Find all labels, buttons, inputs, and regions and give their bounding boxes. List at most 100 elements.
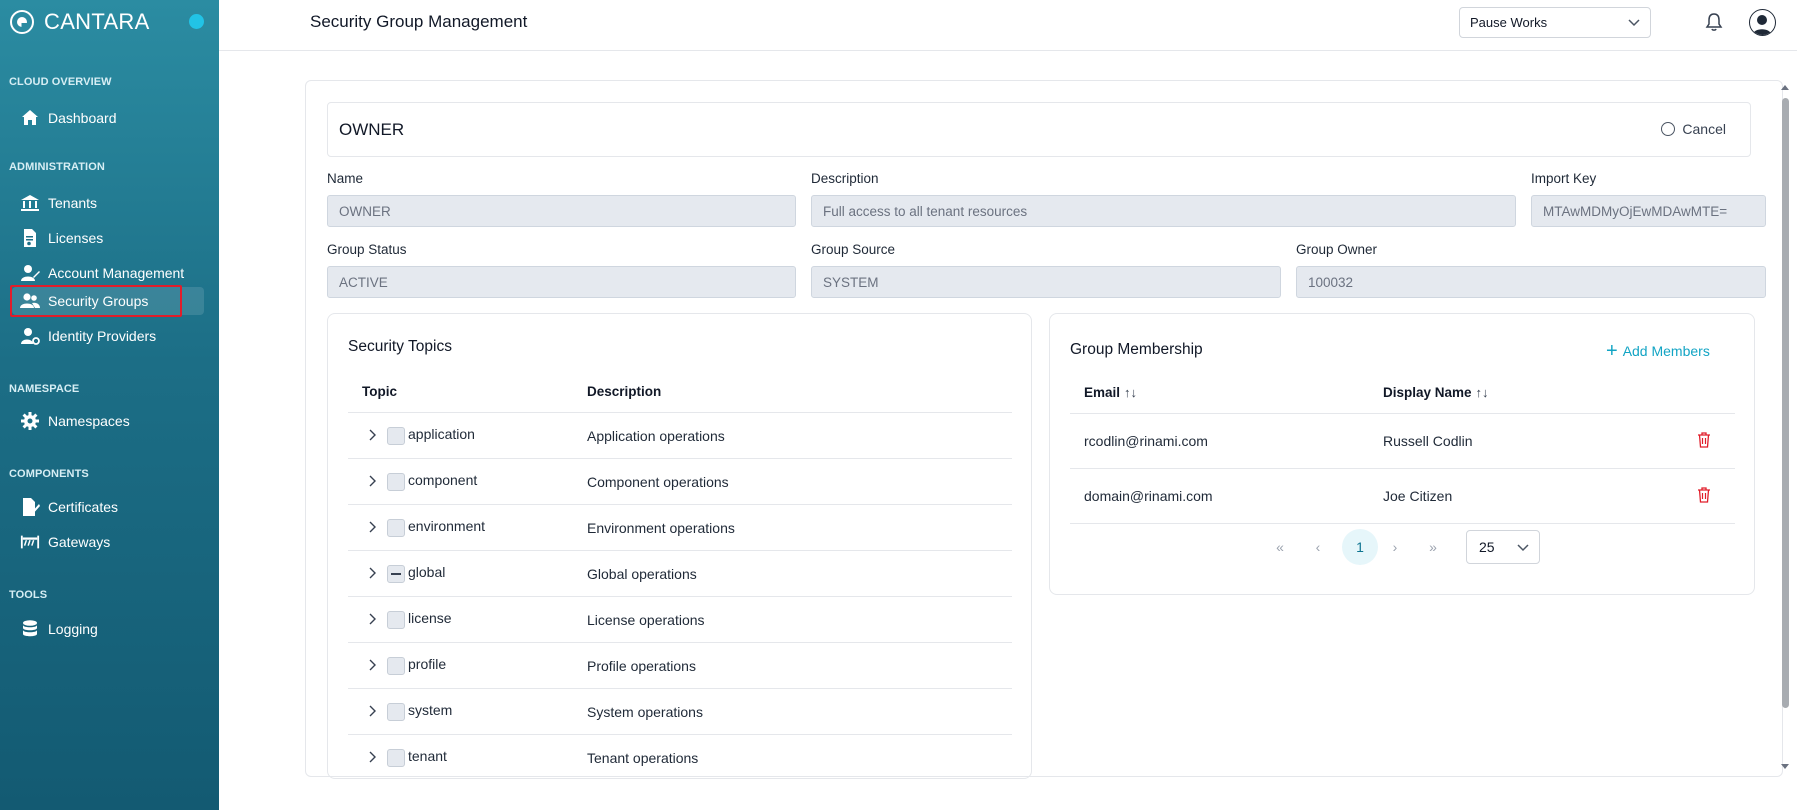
page-size-select[interactable]: 25	[1466, 530, 1540, 564]
sidebar-item-label: Tenants	[48, 195, 98, 211]
cancel-button[interactable]: Cancel	[1661, 121, 1726, 137]
topic-name: global	[408, 564, 446, 580]
scroll-down-arrow-icon[interactable]	[1781, 764, 1789, 769]
next-page-button[interactable]: ›	[1385, 530, 1405, 564]
topic-description: Tenant operations	[587, 750, 699, 766]
sidebar-item-licenses[interactable]: Licenses	[12, 224, 204, 252]
top-header: Security Group Management Pause Works	[219, 0, 1797, 51]
chevron-right-icon[interactable]	[366, 612, 380, 626]
topic-checkbox[interactable]	[387, 473, 405, 491]
topic-row[interactable]: global Global operations	[348, 550, 1012, 596]
topic-row[interactable]: tenant Tenant operations	[348, 734, 1012, 778]
topic-checkbox[interactable]	[387, 703, 405, 721]
import-key-label: Import Key	[1531, 171, 1597, 186]
sidebar-item-label: Logging	[48, 621, 98, 637]
group-title: OWNER	[339, 120, 405, 139]
sidebar: CANTARA CLOUD OVERVIEW Dashboard ADMINIS…	[0, 0, 219, 810]
topic-checkbox[interactable]	[387, 749, 405, 767]
brand-logo[interactable]: CANTARA	[10, 9, 150, 35]
group-source-field[interactable]: SYSTEM	[811, 266, 1281, 298]
sidebar-item-certificates[interactable]: Certificates	[12, 493, 204, 521]
column-header-display-name[interactable]: Display Name ↑↓	[1383, 385, 1489, 400]
name-field[interactable]: OWNER	[327, 195, 796, 227]
member-row: rcodlin@rinami.com Russell Codlin	[1070, 413, 1735, 468]
column-header-email[interactable]: Email ↑↓	[1084, 385, 1137, 400]
sidebar-item-label: Certificates	[48, 499, 119, 515]
avatar[interactable]	[1749, 9, 1776, 36]
sidebar-item-logging[interactable]: Logging	[12, 615, 204, 643]
gateway-icon	[20, 532, 40, 552]
chevron-right-icon[interactable]	[366, 520, 380, 534]
first-page-button[interactable]: «	[1270, 530, 1290, 564]
topic-row[interactable]: profile Profile operations	[348, 642, 1012, 688]
member-row: domain@rinami.com Joe Citizen	[1070, 468, 1735, 523]
sidebar-item-identity-providers[interactable]: Identity Providers	[12, 322, 204, 350]
topic-checkbox[interactable]	[387, 611, 405, 629]
name-label: Name	[327, 171, 364, 186]
bell-icon[interactable]	[1705, 12, 1723, 37]
sort-icon[interactable]: ↑↓	[1476, 385, 1489, 400]
sidebar-item-label: Identity Providers	[48, 328, 157, 344]
sidebar-item-label: Dashboard	[48, 110, 117, 126]
column-header-description[interactable]: Description	[587, 384, 661, 399]
group-status-label: Group Status	[327, 242, 407, 257]
section-label-tools: TOOLS	[9, 589, 48, 601]
sidebar-item-namespaces[interactable]: Namespaces	[12, 407, 204, 435]
chevron-right-icon[interactable]	[366, 566, 380, 580]
topic-checkbox[interactable]	[387, 657, 405, 675]
add-members-button[interactable]: + Add Members	[1606, 340, 1710, 362]
description-field[interactable]: Full access to all tenant resources	[811, 195, 1516, 227]
sidebar-item-dashboard[interactable]: Dashboard	[12, 104, 204, 132]
add-members-label: Add Members	[1622, 343, 1710, 359]
prev-page-button[interactable]: ‹	[1308, 530, 1328, 564]
plus-icon: +	[1606, 340, 1618, 362]
topic-description: Application operations	[587, 428, 725, 444]
column-header-topic[interactable]: Topic	[362, 384, 397, 399]
account-icon	[20, 263, 40, 283]
topic-row[interactable]: license License operations	[348, 596, 1012, 642]
scroll-up-arrow-icon[interactable]	[1781, 85, 1789, 90]
topic-row[interactable]: environment Environment operations	[348, 504, 1012, 550]
circle-icon	[1661, 122, 1676, 136]
description-label: Description	[811, 171, 879, 186]
topic-row[interactable]: application Application operations	[348, 412, 1012, 458]
chevron-right-icon[interactable]	[366, 658, 380, 672]
sidebar-item-label: Gateways	[48, 534, 111, 550]
pagination: « ‹ 1 › » 25	[1270, 529, 1770, 565]
trash-icon[interactable]	[1697, 432, 1711, 451]
topic-name: tenant	[408, 748, 447, 764]
group-owner-field[interactable]: 100032	[1296, 266, 1766, 298]
topic-description: System operations	[587, 704, 703, 720]
chevron-down-icon	[1517, 539, 1529, 555]
topic-checkbox[interactable]	[387, 427, 405, 445]
topic-description: Component operations	[587, 474, 729, 490]
tenants-icon	[20, 193, 40, 213]
topic-description: Global operations	[587, 566, 697, 582]
page-scrollbar[interactable]	[1780, 82, 1790, 772]
chevron-right-icon[interactable]	[366, 474, 380, 488]
workspace-select[interactable]: Pause Works	[1459, 7, 1651, 38]
chevron-right-icon[interactable]	[366, 704, 380, 718]
topic-checkbox[interactable]	[387, 519, 405, 537]
chevron-right-icon[interactable]	[366, 750, 380, 764]
sidebar-item-gateways[interactable]: Gateways	[12, 528, 204, 556]
topic-name: license	[408, 610, 452, 626]
brand-name: CANTARA	[44, 9, 150, 34]
scroll-thumb[interactable]	[1782, 98, 1789, 708]
last-page-button[interactable]: »	[1423, 530, 1443, 564]
trash-icon[interactable]	[1697, 487, 1711, 506]
sort-icon[interactable]: ↑↓	[1124, 385, 1137, 400]
chevron-right-icon[interactable]	[366, 428, 380, 442]
group-status-field[interactable]: ACTIVE	[327, 266, 796, 298]
sidebar-item-account-management[interactable]: Account Management	[12, 259, 204, 287]
page-title: Security Group Management	[310, 12, 528, 31]
topic-row[interactable]: system System operations	[348, 688, 1012, 734]
topic-checkbox-partial[interactable]	[387, 565, 405, 583]
page-1-button[interactable]: 1	[1342, 529, 1378, 565]
chevron-down-icon	[1628, 15, 1640, 30]
sidebar-item-security-groups[interactable]: Security Groups	[10, 285, 204, 317]
sidebar-item-tenants[interactable]: Tenants	[12, 189, 204, 217]
import-key-field[interactable]: MTAwMDMyOjEwMDAwMTE=	[1531, 195, 1766, 227]
topic-row[interactable]: component Component operations	[348, 458, 1012, 504]
security-group-card: OWNER Cancel Name OWNER Description Full…	[305, 80, 1783, 779]
